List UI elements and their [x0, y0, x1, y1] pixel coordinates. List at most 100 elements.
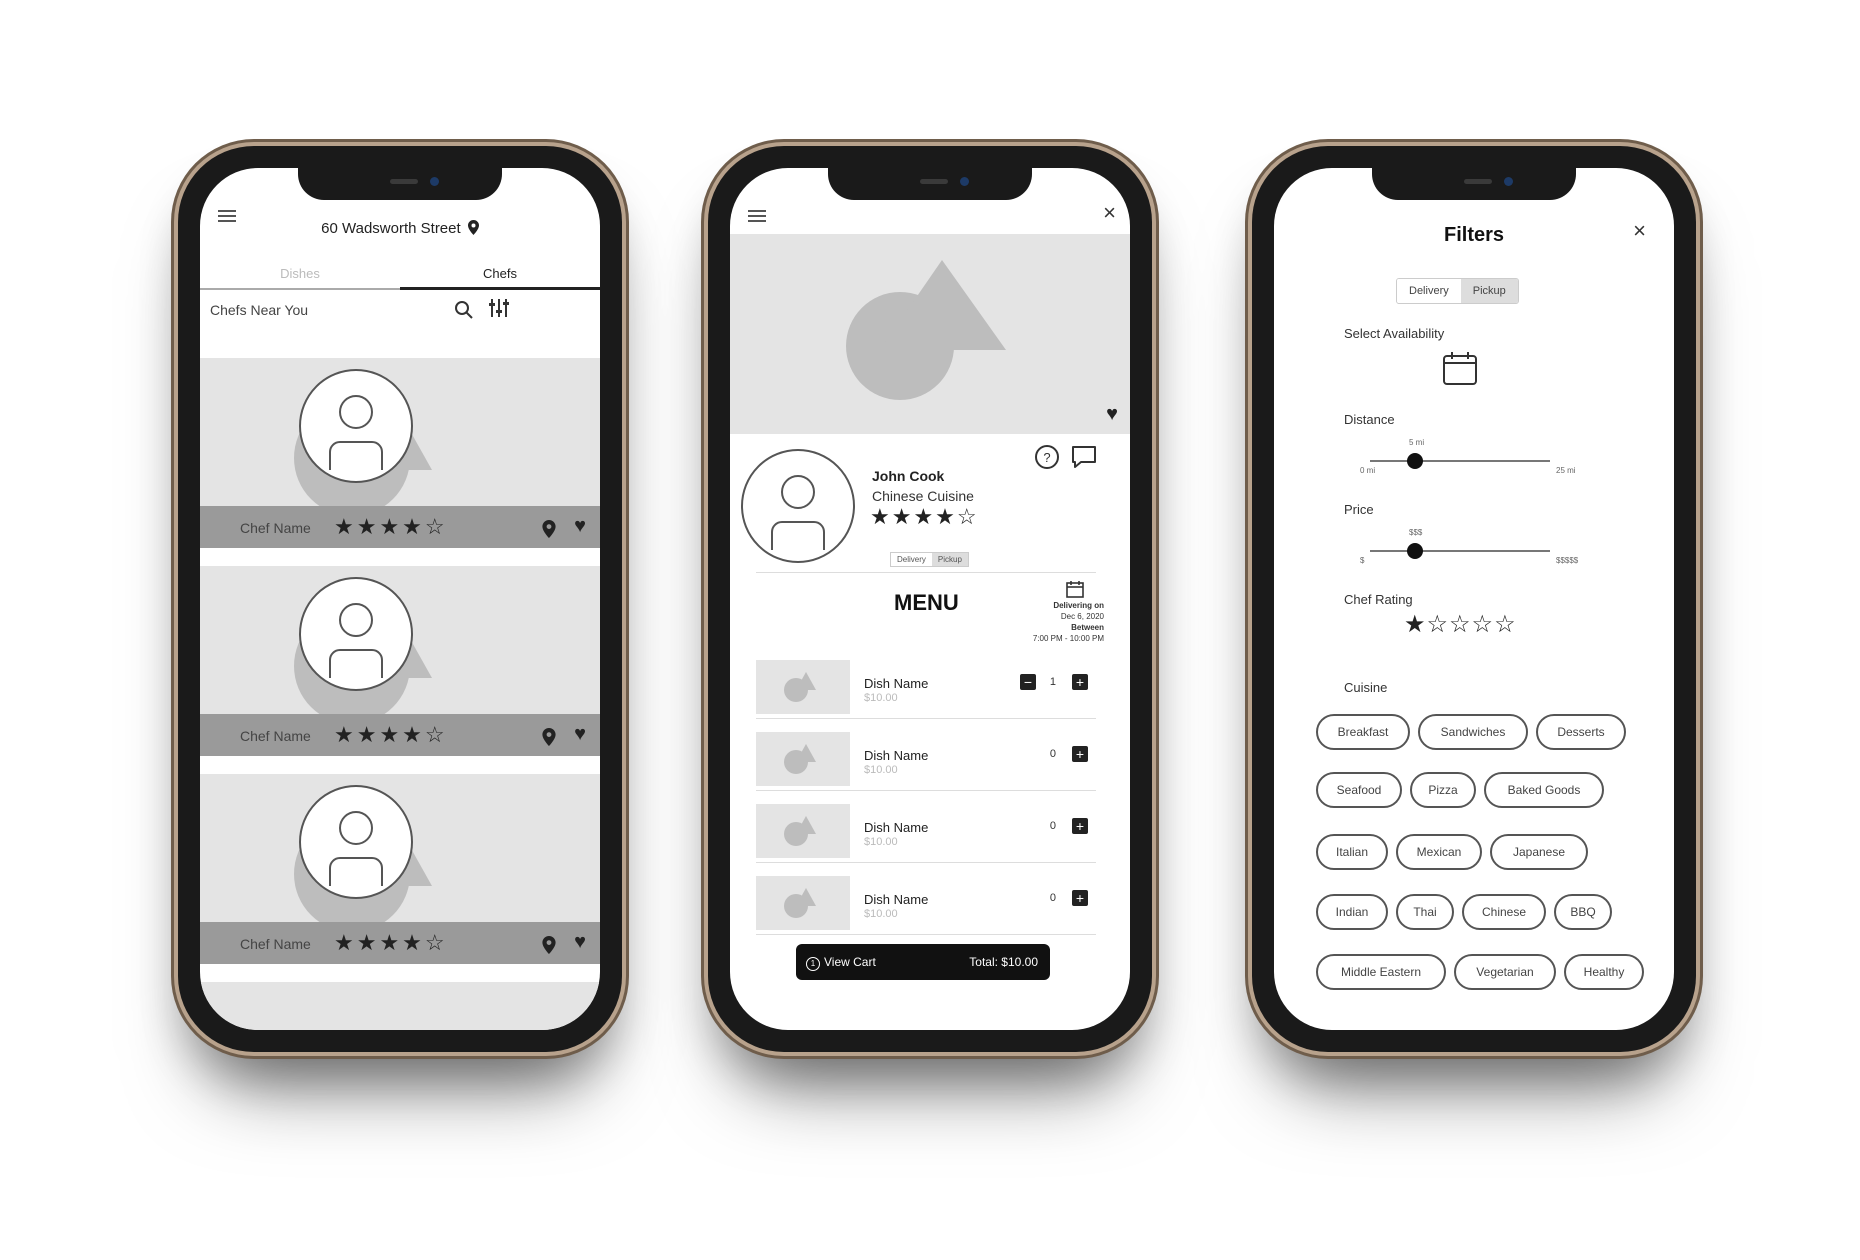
distance-max: 25 mi: [1556, 466, 1576, 475]
favorite-heart-icon[interactable]: ♥: [574, 515, 586, 538]
dish-row[interactable]: Dish Name $10.00 − 1 +: [756, 658, 1096, 719]
image-placeholder-shapes: [846, 260, 1006, 400]
tab-dishes[interactable]: Dishes: [200, 266, 400, 281]
chef-name: Chef Name: [240, 936, 311, 952]
chef-card[interactable]: Chef Name ★★★★☆ ♥: [200, 774, 600, 964]
close-icon[interactable]: ×: [1103, 202, 1116, 224]
menu-icon[interactable]: [748, 210, 766, 222]
cuisine-chip[interactable]: Vegetarian: [1454, 954, 1556, 990]
toggle-pickup[interactable]: Pickup: [1460, 279, 1518, 303]
dish-quantity: 0: [1049, 892, 1056, 904]
delivery-pickup-toggle[interactable]: Delivery Pickup: [890, 552, 969, 567]
price-slider-knob[interactable]: [1407, 543, 1423, 559]
dish-name: Dish Name: [864, 748, 929, 763]
chef-rating-stars: ★★★★☆: [334, 930, 448, 955]
view-cart-button[interactable]: 1 View Cart Total: $10.00: [796, 944, 1050, 980]
phone-chef-menu: × ♥ John Cook Chinese Cuisine ★★★★☆ ? De…: [708, 146, 1152, 1052]
notch: [1372, 168, 1576, 200]
toggle-delivery[interactable]: Delivery: [1397, 279, 1461, 303]
chef-card[interactable]: Chef Name ★★★★☆ ♥: [200, 566, 600, 756]
dish-row[interactable]: Dish Name $10.00 0 +: [756, 802, 1096, 863]
cuisine-chip[interactable]: Desserts: [1536, 714, 1626, 750]
filter-sliders-icon[interactable]: [488, 298, 510, 318]
cuisine-label: Cuisine: [1344, 680, 1388, 695]
view-cart-text: View Cart: [824, 955, 876, 969]
toggle-pickup[interactable]: Pickup: [931, 553, 968, 566]
dish-name: Dish Name: [864, 820, 929, 835]
availability-label: Select Availability: [1344, 326, 1445, 341]
cuisine-chip[interactable]: Indian: [1316, 894, 1388, 930]
page-title: Filters: [1443, 224, 1505, 246]
chef-name: Chef Name: [240, 728, 311, 744]
increase-quantity-button[interactable]: +: [1072, 818, 1088, 834]
price-value: $$$: [1409, 528, 1423, 537]
dish-row[interactable]: Dish Name $10.00 0 +: [756, 874, 1096, 935]
calendar-icon[interactable]: [1442, 350, 1478, 386]
cuisine-chip[interactable]: BBQ: [1554, 894, 1612, 930]
chef-card[interactable]: Chef Name ★★★★☆ ♥: [200, 358, 600, 548]
chef-rating-label: Chef Rating: [1344, 592, 1413, 607]
dish-price: $10.00: [864, 692, 898, 704]
distance-slider-knob[interactable]: [1407, 453, 1423, 469]
dish-name: Dish Name: [864, 892, 929, 907]
dish-name: Dish Name: [864, 676, 929, 691]
dish-price: $10.00: [864, 908, 898, 920]
increase-quantity-button[interactable]: +: [1072, 890, 1088, 906]
calendar-icon[interactable]: [1066, 580, 1084, 598]
cuisine-chip[interactable]: Chinese: [1462, 894, 1546, 930]
distance-value: 5 mi: [1409, 438, 1425, 447]
favorite-heart-icon[interactable]: ♥: [574, 931, 586, 954]
delivery-line: Delivering on: [1053, 601, 1104, 610]
dish-quantity: 1: [1049, 676, 1056, 688]
price-label: Price: [1344, 502, 1374, 517]
hero-image-placeholder: ♥: [730, 234, 1130, 434]
chef-card-partial[interactable]: [200, 982, 600, 1030]
cuisine-chip[interactable]: Healthy: [1564, 954, 1644, 990]
dish-quantity: 0: [1049, 820, 1056, 832]
cuisine-chip[interactable]: Breakfast: [1316, 714, 1410, 750]
chef-name: John Cook: [872, 468, 945, 484]
location-pin-icon[interactable]: [542, 936, 556, 954]
chef-rating-stars: ★★★★☆: [870, 504, 979, 529]
distance-min: 0 mi: [1360, 466, 1376, 475]
help-icon[interactable]: ?: [1034, 444, 1060, 470]
dish-image-placeholder: [756, 732, 850, 786]
delivery-line: Between: [1071, 623, 1104, 632]
location-pin-icon[interactable]: [542, 728, 556, 746]
cuisine-chip[interactable]: Seafood: [1316, 772, 1402, 808]
increase-quantity-button[interactable]: +: [1072, 674, 1088, 690]
delivery-pickup-toggle[interactable]: Delivery Pickup: [1396, 278, 1519, 304]
screen: × ♥ John Cook Chinese Cuisine ★★★★☆ ? De…: [730, 168, 1130, 1030]
cart-total: Total: $10.00: [969, 955, 1038, 969]
cuisine-chip[interactable]: Sandwiches: [1418, 714, 1528, 750]
increase-quantity-button[interactable]: +: [1072, 746, 1088, 762]
phone-filters: × Filters Delivery Pickup Select Availab…: [1252, 146, 1696, 1052]
chef-rating-stars: ★★★★☆: [334, 722, 448, 747]
cuisine-chip[interactable]: Baked Goods: [1484, 772, 1604, 808]
dish-row[interactable]: Dish Name $10.00 0 +: [756, 730, 1096, 791]
cuisine-chip[interactable]: Italian: [1316, 834, 1388, 870]
chef-info-bar: Chef Name ★★★★☆ ♥: [200, 922, 600, 964]
decrease-quantity-button[interactable]: −: [1020, 674, 1036, 690]
cuisine-chip[interactable]: Japanese: [1490, 834, 1588, 870]
distance-label: Distance: [1344, 412, 1395, 427]
cuisine-chip[interactable]: Mexican: [1396, 834, 1482, 870]
message-icon[interactable]: [1070, 444, 1098, 470]
location-pin-icon[interactable]: [542, 520, 556, 538]
tab-bar: Dishes Chefs: [200, 258, 600, 290]
svg-text:?: ?: [1043, 450, 1050, 465]
search-icon[interactable]: [454, 300, 474, 320]
tab-chefs[interactable]: Chefs: [400, 266, 600, 281]
cuisine-chip[interactable]: Pizza: [1410, 772, 1476, 808]
cuisine-chip[interactable]: Thai: [1396, 894, 1454, 930]
price-slider[interactable]: $$$: [1370, 528, 1550, 559]
menu-title: MENU: [894, 590, 959, 615]
distance-slider[interactable]: 5 mi: [1370, 438, 1550, 469]
favorite-heart-icon[interactable]: ♥: [1106, 403, 1118, 426]
favorite-heart-icon[interactable]: ♥: [574, 723, 586, 746]
toggle-delivery[interactable]: Delivery: [891, 553, 932, 566]
cuisine-chip[interactable]: Middle Eastern: [1316, 954, 1446, 990]
chef-name: Chef Name: [240, 520, 311, 536]
address-header[interactable]: 60 Wadsworth Street: [200, 220, 600, 237]
chef-rating-selector[interactable]: ★☆☆☆☆: [1404, 610, 1517, 639]
